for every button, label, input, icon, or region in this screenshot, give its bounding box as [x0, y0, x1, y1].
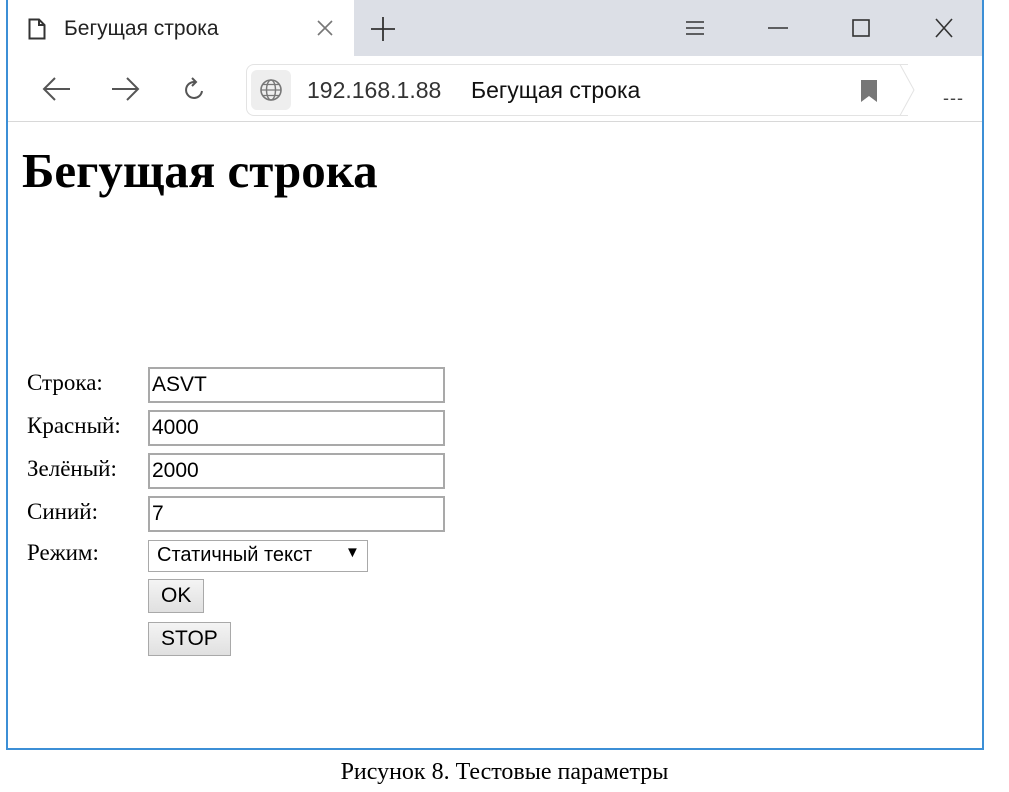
mode-select[interactable]: Статичный текст ▼: [148, 540, 368, 572]
minimize-icon[interactable]: [767, 18, 789, 43]
input-blue[interactable]: 7: [148, 496, 445, 532]
maximize-icon[interactable]: [850, 18, 872, 43]
address-bar[interactable]: 192.168.1.88 Бегущая строка: [246, 64, 908, 116]
address-bar-tail: [898, 64, 916, 121]
page-heading: Бегущая строка: [22, 143, 378, 198]
browser-window: Бегущая строка 192.168.1.88 Бегущая стро…: [6, 0, 984, 750]
tab-bar: Бегущая строка: [8, 0, 982, 56]
reload-icon[interactable]: [183, 76, 207, 107]
label-stroka: Строка:: [27, 370, 103, 395]
globe-icon[interactable]: [251, 70, 291, 110]
window-close-icon[interactable]: [933, 18, 955, 43]
ok-button[interactable]: OK: [148, 579, 205, 613]
document-icon: [28, 18, 46, 45]
browser-menu-button[interactable]: ---: [943, 88, 964, 109]
mode-select-value: Статичный текст: [157, 544, 313, 566]
dropdown-arrow-icon: ▼: [345, 544, 360, 561]
page-content: Бегущая строка Строка: ASVT Красный: 400…: [8, 122, 982, 748]
back-arrow-icon[interactable]: [42, 76, 72, 107]
figure-caption: Рисунок 8. Тестовые параметры: [340, 759, 669, 785]
forward-arrow-icon[interactable]: [110, 76, 140, 107]
input-green[interactable]: 2000: [148, 453, 445, 489]
tab-active[interactable]: Бегущая строка: [8, 0, 354, 56]
menu-icon[interactable]: [684, 18, 706, 43]
tab-close-icon[interactable]: [315, 18, 335, 43]
address-url: 192.168.1.88: [307, 77, 442, 103]
label-red: Красный:: [27, 413, 121, 438]
input-stroka[interactable]: ASVT: [148, 367, 445, 403]
input-red[interactable]: 4000: [148, 410, 445, 446]
tab-title: Бегущая строка: [64, 17, 219, 40]
navigation-toolbar: 192.168.1.88 Бегущая строка ---: [8, 56, 982, 122]
label-green: Зелёный:: [27, 456, 117, 481]
label-mode: Режим:: [27, 540, 99, 565]
stop-button[interactable]: STOP: [148, 622, 231, 656]
bookmark-icon[interactable]: [860, 79, 878, 108]
address-page-title: Бегущая строка: [471, 77, 641, 103]
new-tab-plus-icon[interactable]: [370, 16, 396, 47]
label-blue: Синий:: [27, 499, 98, 524]
